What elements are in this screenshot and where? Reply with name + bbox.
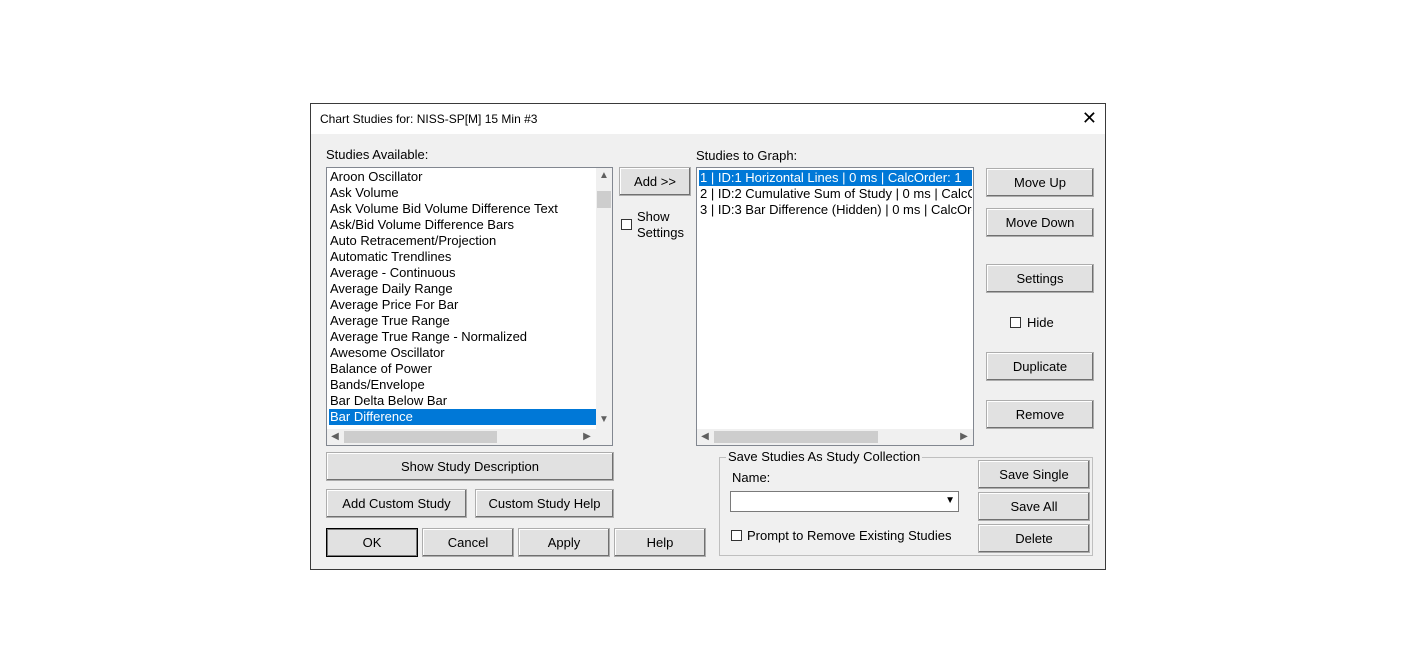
available-list-item[interactable]: Auto Retracement/Projection (329, 233, 596, 249)
prompt-remove-checkbox[interactable] (731, 530, 742, 541)
available-list-item[interactable]: Awesome Oscillator (329, 345, 596, 361)
available-list-item[interactable]: Average True Range - Normalized (329, 329, 596, 345)
help-button[interactable]: Help (614, 528, 706, 557)
available-vscroll-thumb[interactable] (597, 191, 611, 208)
show-settings-label-1: Show (637, 209, 670, 224)
available-list-item[interactable]: Bar Delta Below Bar (329, 393, 596, 409)
save-collection-group-label: Save Studies As Study Collection (726, 449, 923, 464)
available-list-item[interactable]: Bands/Envelope (329, 377, 596, 393)
available-list-item[interactable]: Ask/Bid Volume Difference Bars (329, 217, 596, 233)
title-bar: Chart Studies for: NISS-SP[M] 15 Min #3 … (311, 104, 1105, 134)
delete-button[interactable]: Delete (978, 524, 1090, 553)
hide-checkbox[interactable] (1010, 317, 1021, 328)
available-list-item[interactable]: Ask Volume (329, 185, 596, 201)
add-custom-study-button[interactable]: Add Custom Study (326, 489, 467, 518)
studies-to-graph-list[interactable]: 1 | ID:1 Horizontal Lines | 0 ms | CalcO… (696, 167, 974, 446)
settings-button[interactable]: Settings (986, 264, 1094, 293)
graph-horizontal-scrollbar[interactable]: ◀ ▶ (697, 429, 973, 445)
custom-study-help-button[interactable]: Custom Study Help (475, 489, 614, 518)
move-up-button[interactable]: Move Up (986, 168, 1094, 197)
available-list-item[interactable]: Average True Range (329, 313, 596, 329)
scroll-right-icon[interactable]: ▶ (959, 431, 969, 443)
graph-list-item[interactable]: 2 | ID:2 Cumulative Sum of Study | 0 ms … (699, 186, 972, 202)
hide-label: Hide (1027, 315, 1054, 330)
studies-to-graph-label: Studies to Graph: (696, 148, 798, 163)
available-list-item[interactable]: Average Price For Bar (329, 297, 596, 313)
available-list-item[interactable]: Average - Continuous (329, 265, 596, 281)
cancel-button[interactable]: Cancel (422, 528, 514, 557)
collection-name-combobox[interactable]: ▼ (730, 491, 959, 512)
remove-button[interactable]: Remove (986, 400, 1094, 429)
scroll-left-icon[interactable]: ◀ (330, 431, 340, 443)
scroll-right-icon[interactable]: ▶ (582, 431, 592, 443)
add-button[interactable]: Add >> (619, 167, 691, 196)
available-list-item[interactable]: Aroon Oscillator (329, 169, 596, 185)
apply-button[interactable]: Apply (518, 528, 610, 557)
collection-name-label: Name: (732, 470, 771, 485)
available-list-item[interactable]: Average Daily Range (329, 281, 596, 297)
show-settings-label-2: Settings (637, 225, 684, 240)
prompt-remove-label: Prompt to Remove Existing Studies (747, 528, 952, 543)
graph-hscroll-thumb[interactable] (714, 431, 878, 443)
close-icon[interactable]: ✕ (1082, 108, 1097, 128)
available-horizontal-scrollbar[interactable]: ◀ ▶ (327, 429, 612, 445)
save-single-button[interactable]: Save Single (978, 460, 1090, 489)
move-down-button[interactable]: Move Down (986, 208, 1094, 237)
scroll-left-icon[interactable]: ◀ (700, 431, 710, 443)
graph-list-item[interactable]: 3 | ID:3 Bar Difference (Hidden) | 0 ms … (699, 202, 972, 218)
available-list-item[interactable]: Ask Volume Bid Volume Difference Text (329, 201, 596, 217)
window-title: Chart Studies for: NISS-SP[M] 15 Min #3 (320, 112, 538, 126)
available-vertical-scrollbar[interactable]: ▲ ▼ (596, 168, 612, 429)
graph-list-item[interactable]: 1 | ID:1 Horizontal Lines | 0 ms | CalcO… (699, 170, 972, 186)
available-list-item[interactable]: Bar Difference (329, 409, 596, 425)
ok-button[interactable]: OK (326, 528, 418, 557)
duplicate-button[interactable]: Duplicate (986, 352, 1094, 381)
chart-studies-dialog: Chart Studies for: NISS-SP[M] 15 Min #3 … (310, 103, 1106, 570)
available-hscroll-thumb[interactable] (344, 431, 497, 443)
available-list-item[interactable]: Balance of Power (329, 361, 596, 377)
scroll-up-icon[interactable]: ▲ (598, 170, 610, 182)
save-all-button[interactable]: Save All (978, 492, 1090, 521)
studies-available-list[interactable]: Aroon Oscillator Ask Volume Ask Volume Bid… (326, 167, 613, 446)
studies-available-label: Studies Available: (326, 147, 429, 162)
show-study-description-button[interactable]: Show Study Description (326, 452, 614, 481)
chevron-down-icon[interactable]: ▼ (945, 495, 955, 506)
show-settings-checkbox[interactable] (621, 219, 632, 230)
available-list-item[interactable]: Automatic Trendlines (329, 249, 596, 265)
scroll-down-icon[interactable]: ▼ (598, 414, 610, 426)
